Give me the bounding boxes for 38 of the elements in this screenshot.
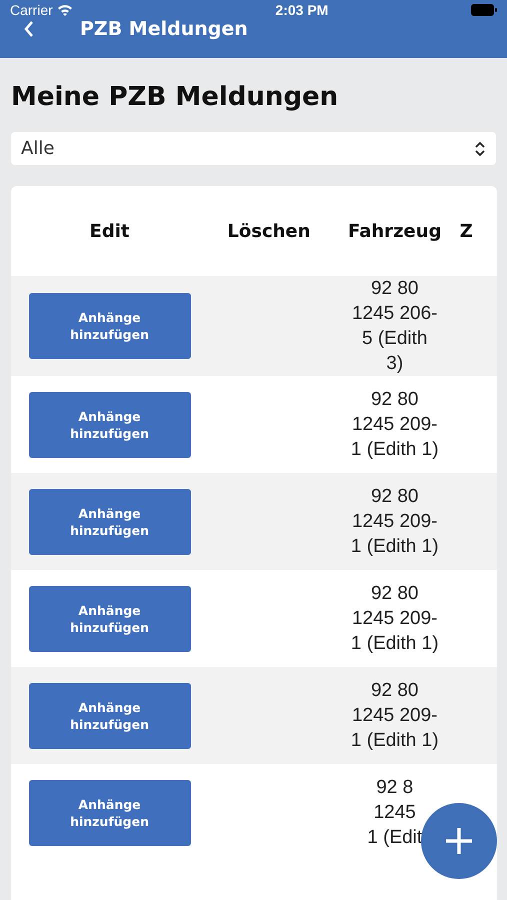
carrier-label: Carrier [10,2,53,18]
vehicle-text: 92 80 [370,485,418,509]
column-header: Löschen [227,220,310,242]
wifi-icon [56,4,73,16]
screen-title: PZB Meldungen [80,18,248,40]
vehicle-text: 1245 209- [352,510,438,534]
clock-time: 2:03 PM [275,2,328,18]
add-attachments-button[interactable]: Anhänge hinzufügen [28,682,191,748]
add-attachments-button[interactable]: Anhänge hinzufügen [28,586,191,652]
chevron-updown-icon [474,140,486,156]
vehicle-text: 1245 209- [352,607,438,631]
add-attachments-button[interactable]: Anhänge hinzufügen [28,488,191,554]
vehicle-text: 1245 [374,801,416,825]
vehicle-text: 92 80 [370,388,418,412]
filter-select[interactable]: Alle [11,132,496,165]
vehicle-text: 1 (Edith 1) [350,729,439,753]
column-header: Fahrzeug [348,220,442,242]
vehicle-text: 92 80 [370,277,418,301]
column-header: Z [460,220,473,242]
vehicle-text: 1 (Edith 1) [350,632,439,656]
vehicle-text: 1245 209- [352,704,438,728]
vehicle-text: 92 80 [370,582,418,606]
vehicle-text: 1 (Edith 1) [350,438,439,462]
plus-icon [444,826,474,856]
vehicle-text: 3) [386,352,404,376]
vehicle-text: 1 (Edith 1) [350,535,439,559]
page-heading: Meine PZB Meldungen [11,82,340,112]
vehicle-text: 92 80 [370,679,418,703]
column-header: Edit [90,220,130,242]
vehicle-text: 1245 206- [352,302,438,326]
vehicle-text: 92 8 [376,776,414,800]
back-icon[interactable] [23,20,35,38]
add-attachments-button[interactable]: Anhänge hinzufügen [28,780,191,846]
battery-icon [470,4,497,16]
add-attachments-button[interactable]: Anhänge hinzufügen [28,293,191,359]
vehicle-text: 5 (Edith [362,327,428,351]
vehicle-text: 1245 209- [352,413,438,437]
add-attachments-button[interactable]: Anhänge hinzufügen [28,392,191,458]
